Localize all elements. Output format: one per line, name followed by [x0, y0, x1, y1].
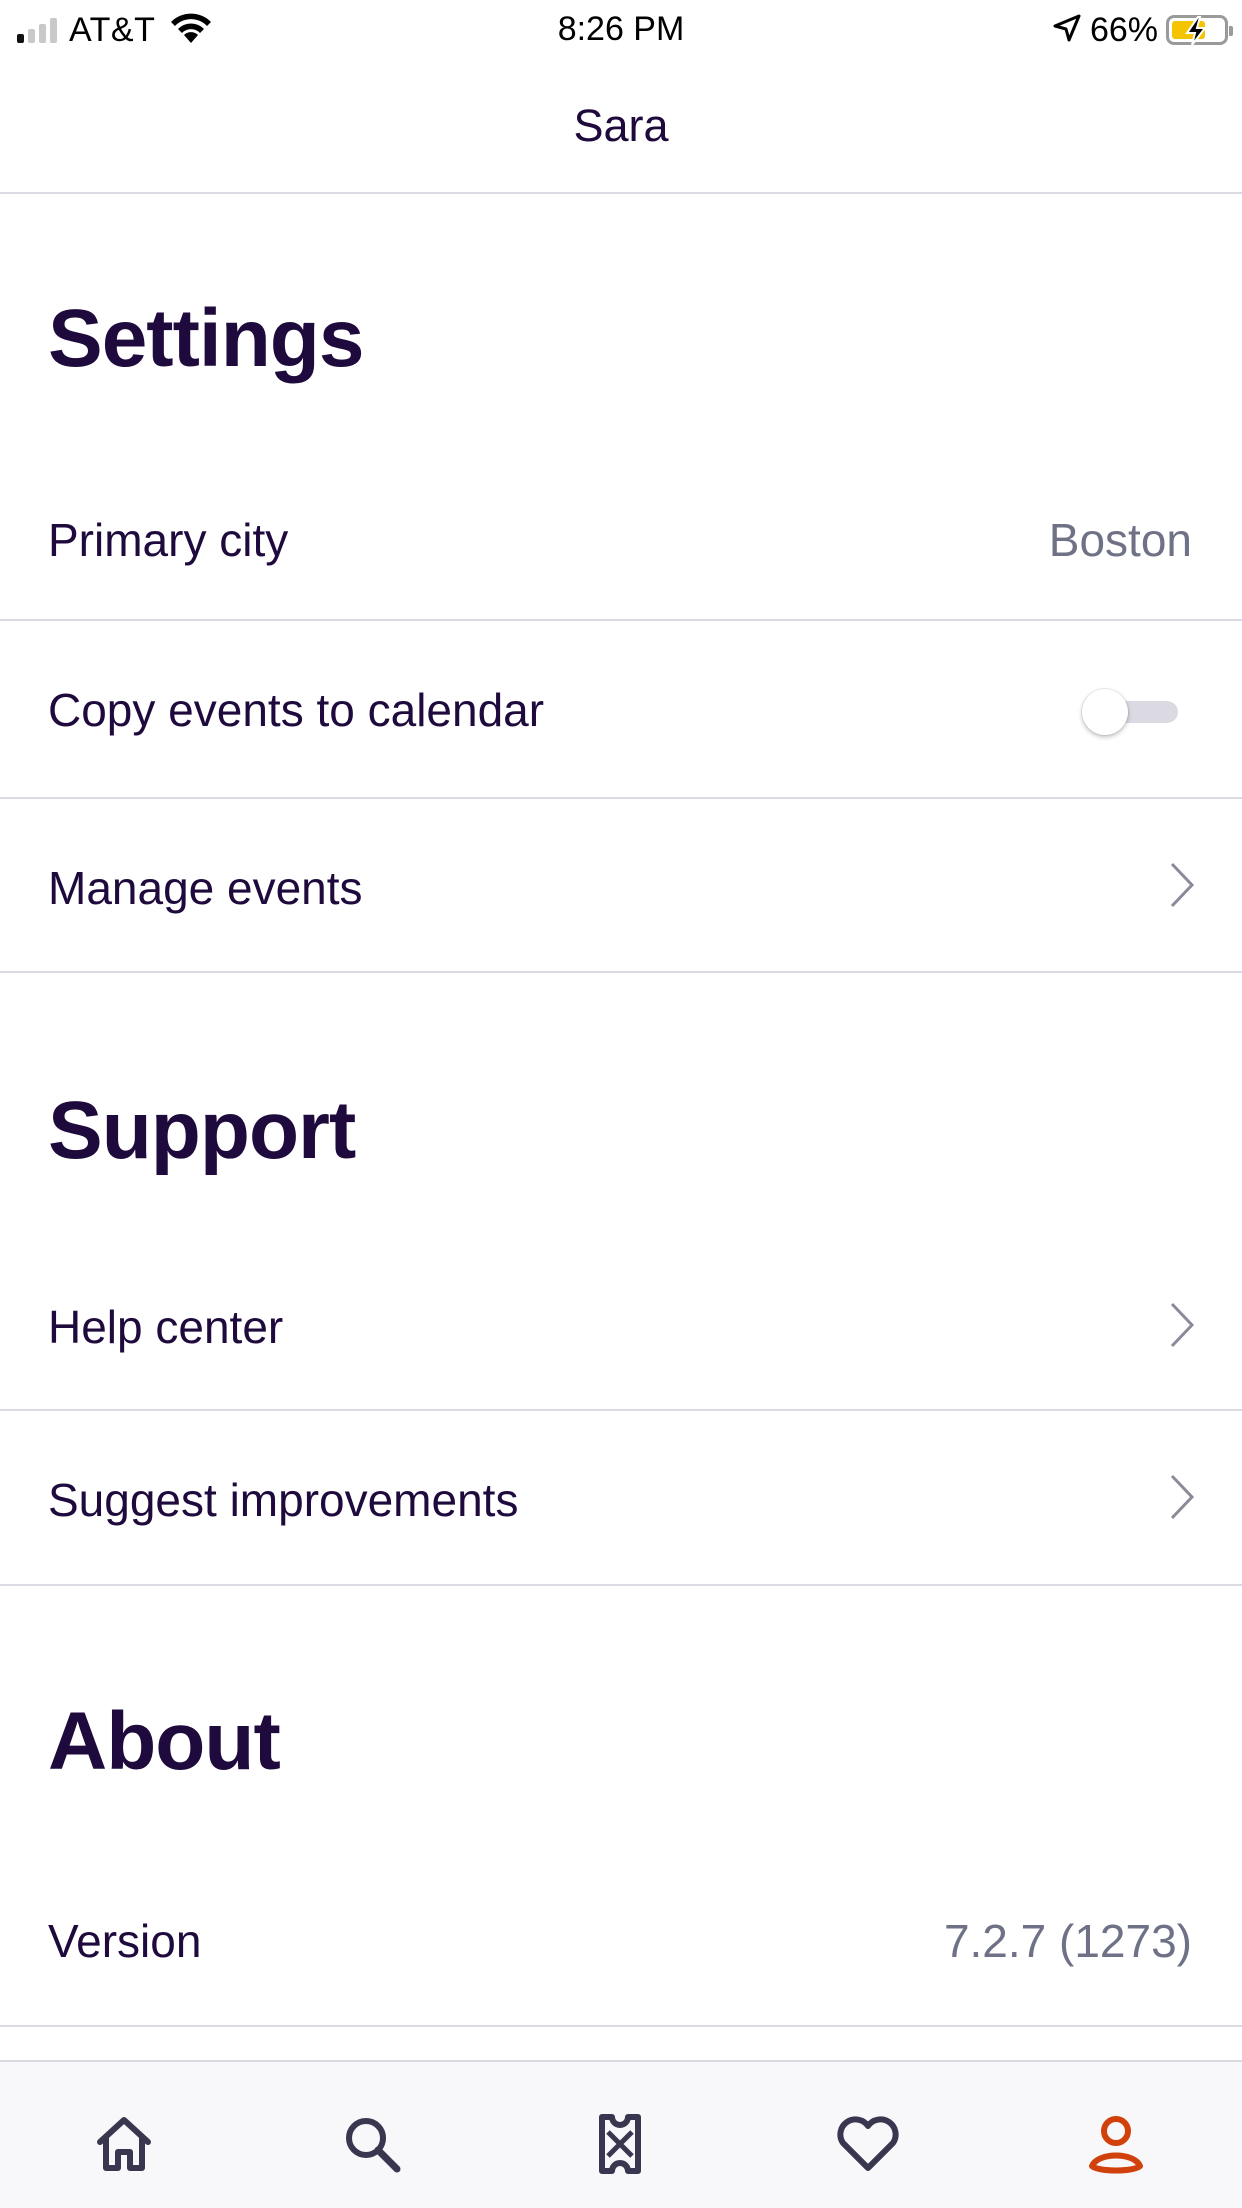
- version-label: Version: [48, 1915, 202, 1967]
- profile-icon: [1089, 2116, 1143, 2174]
- location-arrow-icon: [1052, 13, 1082, 48]
- manage-events-label: Manage events: [48, 862, 363, 914]
- battery-icon: [1166, 15, 1233, 46]
- copy-events-row: Copy events to calendar: [0, 621, 1242, 799]
- status-bar: AT&T 8:26 PM 66%: [0, 0, 1242, 58]
- chevron-right-icon: [1170, 1302, 1195, 1348]
- primary-city-row[interactable]: Primary city Boston: [0, 465, 1242, 621]
- copy-events-label: Copy events to calendar: [48, 684, 545, 736]
- chevron-right-icon: [1170, 1474, 1195, 1520]
- copy-events-toggle[interactable]: [1082, 687, 1178, 737]
- settings-section-title: Settings: [48, 293, 364, 384]
- manage-events-row[interactable]: Manage events: [0, 799, 1242, 973]
- suggest-improvements-row[interactable]: Suggest improvements: [0, 1411, 1242, 1586]
- help-center-row[interactable]: Help center: [0, 1256, 1242, 1411]
- search-icon: [346, 2118, 401, 2173]
- primary-city-label: Primary city: [48, 514, 289, 566]
- ticket-icon: [599, 2114, 641, 2174]
- chevron-right-icon: [1170, 862, 1195, 908]
- help-center-label: Help center: [48, 1301, 284, 1353]
- about-section-title: About: [48, 1696, 281, 1787]
- tab-profile[interactable]: [1076, 2112, 1156, 2192]
- tab-search[interactable]: [332, 2112, 412, 2192]
- support-section-title: Support: [48, 1085, 356, 1176]
- battery-percent: 66%: [1089, 10, 1158, 49]
- version-value: 7.2.7 (1273): [943, 1915, 1192, 1967]
- tab-tickets[interactable]: [580, 2112, 660, 2192]
- nav-header: Sara: [0, 58, 1242, 194]
- tab-likes[interactable]: [828, 2112, 908, 2192]
- status-right: 66%: [1052, 10, 1233, 50]
- version-row: Version 7.2.7 (1273): [0, 1869, 1242, 2027]
- tab-home[interactable]: [84, 2112, 164, 2192]
- charging-bolt-icon: [1185, 16, 1208, 46]
- primary-city-value: Boston: [1048, 514, 1192, 566]
- home-icon: [97, 2117, 151, 2171]
- heart-icon: [837, 2116, 899, 2171]
- page-title: Sara: [573, 100, 669, 151]
- suggest-improvements-label: Suggest improvements: [48, 1474, 519, 1526]
- tab-bar: [0, 2060, 1242, 2208]
